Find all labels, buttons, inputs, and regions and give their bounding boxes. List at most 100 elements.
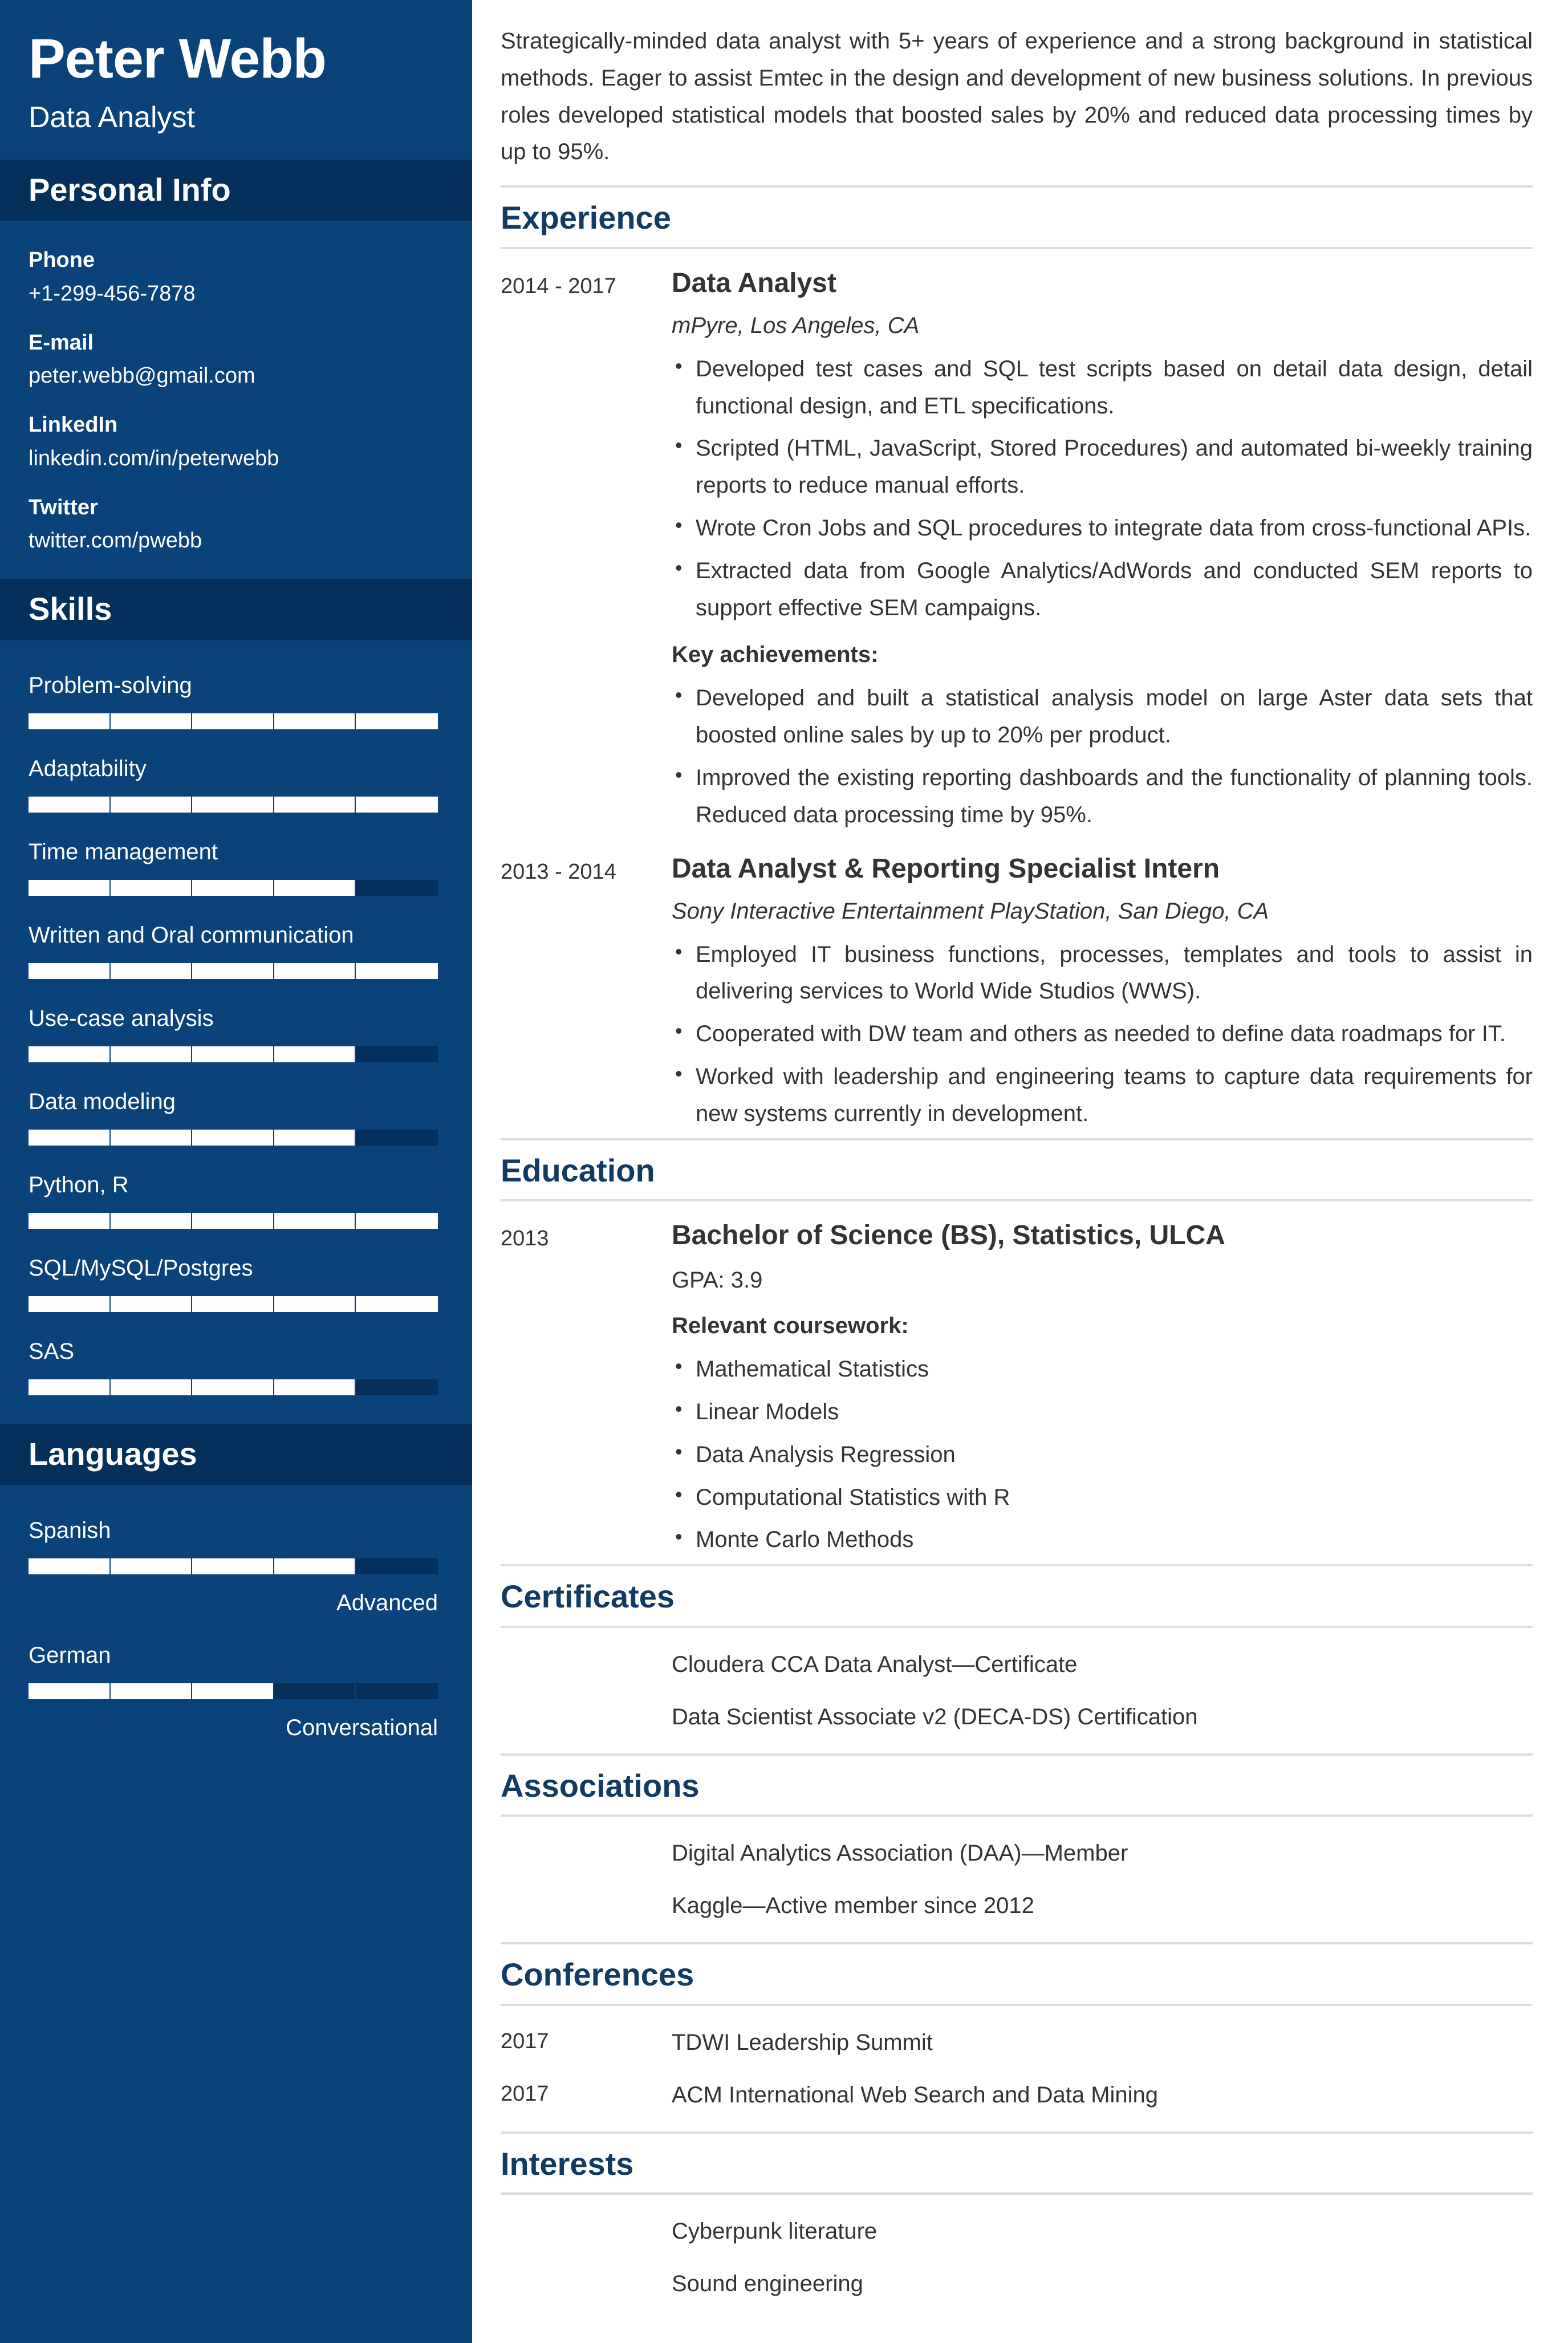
skill-label: Adaptability (29, 756, 147, 781)
row-date (501, 1700, 672, 1734)
meter-segment (274, 963, 356, 979)
entry-date: 2014 - 2017 (501, 274, 616, 298)
entry-subheading: Relevant coursework: (672, 1313, 909, 1339)
row-text: Kaggle—Active member since 2012 (672, 1893, 1034, 1919)
proficiency-meter (29, 1046, 438, 1062)
meter-segment (29, 879, 111, 896)
entry-title: Data Analyst (672, 267, 836, 298)
section-education: Education 2013 Bachelor of Science (BS), … (501, 1138, 1533, 1565)
bullet-item: Cooperated with DW team and others as ne… (672, 1014, 1533, 1053)
certificates-row: Cloudera CCA Data Analyst—Certificate (501, 1638, 1533, 1691)
candidate-role: Data Analyst (29, 100, 195, 134)
skill-item: Data modeling (29, 1086, 444, 1146)
contact-label: LinkedIn (29, 413, 118, 437)
language-proficiency: Advanced (336, 1590, 438, 1615)
meter-segment (274, 796, 356, 813)
skills-header: Skills (0, 579, 472, 640)
entry-title: Data Analyst & Reporting Specialist Inte… (672, 853, 1220, 884)
conferences-rows: 2017 TDWI Leadership Summit 2017 ACM Intern… (501, 2006, 1533, 2131)
entry-title: Bachelor of Science (BS), Statistics, UL… (672, 1220, 1225, 1251)
meter-segment (192, 1129, 274, 1146)
section-interests: Interests Cyberpunk literature Sound engi… (501, 2131, 1533, 2321)
bullet-item: Mathematical Statistics (672, 1350, 1533, 1388)
conferences-row: 2017 TDWI Leadership Summit (501, 2016, 1533, 2069)
skill-item: Use-case analysis (29, 1003, 444, 1062)
proficiency-meter (29, 1379, 438, 1395)
meter-segment (356, 879, 438, 896)
bullet-item: Scripted (HTML, JavaScript, Stored Proce… (672, 429, 1533, 504)
entry-organization: Sony Interactive Entertainment PlayStati… (672, 898, 1269, 924)
section-title-conferences: Conferences (501, 1956, 694, 1993)
meter-segment (29, 1379, 111, 1395)
section-title-certificates: Certificates (501, 1578, 675, 1615)
entry-bullets: Employed IT business functions, processe… (672, 935, 1533, 1132)
proficiency-meter (29, 1296, 438, 1312)
entry-body: Data Analyst mPyre, Los Angeles, CA Develo… (672, 266, 1533, 834)
contact-value[interactable]: twitter.com/pwebb (29, 526, 444, 556)
skill-label: Python, R (29, 1172, 129, 1197)
contact-value[interactable]: linkedin.com/in/peterwebb (29, 444, 444, 474)
bullet-item: Improved the existing reporting dashboar… (672, 758, 1533, 834)
languages-header: Languages (0, 1423, 472, 1485)
meter-segment (356, 796, 438, 813)
meter-segment (29, 1296, 111, 1312)
meter-segment (356, 1379, 438, 1395)
contact-item: Twitter twitter.com/pwebb (29, 493, 444, 556)
meter-segment (274, 1683, 356, 1699)
resume-page: Peter Webb Data Analyst Personal Info Ph… (0, 0, 1568, 2343)
entry-subheading: Key achievements: (672, 642, 879, 668)
row-text: Cyberpunk literature (672, 2219, 878, 2244)
language-item: German Conversational (29, 1640, 444, 1741)
meter-segment (192, 1296, 274, 1312)
skill-item: Python, R (29, 1170, 444, 1229)
meter-segment (356, 1683, 438, 1699)
proficiency-meter (29, 1129, 438, 1146)
entry-achievements: Developed and built a statistical analys… (672, 679, 1533, 834)
personal-info-list: Phone +1-299-456-7878 E-mail peter.webb@gma… (0, 221, 472, 556)
meter-segment (110, 1558, 193, 1574)
row-date: 2017 (501, 2081, 549, 2106)
section-experience: Experience 2014 - 2017 Data Analyst mPyre,… (501, 185, 1533, 1138)
meter-segment (192, 713, 274, 729)
experience-entry: 2014 - 2017 Data Analyst mPyre, Los Angele… (501, 254, 1533, 839)
meter-segment (274, 879, 356, 896)
skill-label: Written and Oral communication (29, 922, 354, 948)
entry-organization: mPyre, Los Angeles, CA (672, 312, 920, 338)
certificates-row: Data Scientist Associate v2 (DECA-DS) Ce… (501, 1691, 1533, 1743)
personal-info-header: Personal Info (0, 159, 472, 221)
contact-label: E-mail (29, 330, 94, 355)
contact-value[interactable]: +1-299-456-7878 (29, 279, 444, 309)
skills-list: Problem-solving Adaptability Time manageme… (0, 640, 472, 1409)
coursework-list: Mathematical Statistics Linear Models Data… (672, 1350, 1533, 1558)
contact-value[interactable]: peter.webb@gmail.com (29, 361, 444, 391)
proficiency-meter (29, 1558, 438, 1574)
bullet-item: Data Analysis Regression (672, 1435, 1533, 1473)
skills-title: Skills (29, 591, 112, 627)
row-date (501, 2267, 672, 2301)
meter-segment (274, 1212, 356, 1229)
bullet-item: Worked with leadership and engineering t… (672, 1057, 1533, 1132)
meter-segment (356, 1558, 438, 1574)
row-date (501, 1889, 672, 1923)
contact-label: Phone (29, 248, 95, 273)
skill-label: Time management (29, 839, 218, 864)
proficiency-meter (29, 1683, 438, 1699)
proficiency-meter (29, 713, 438, 729)
meter-segment (110, 1129, 193, 1146)
meter-segment (29, 1212, 111, 1229)
entry-bullets: Developed test cases and SQL test script… (672, 350, 1533, 627)
education-entries: 2013 Bachelor of Science (BS), Statistics… (501, 1201, 1533, 1564)
row-date: 2017 (501, 2029, 549, 2053)
sidebar: Peter Webb Data Analyst Personal Info Ph… (0, 0, 472, 2343)
proficiency-meter (29, 1212, 438, 1229)
row-text: Digital Analytics Association (DAA)—Memb… (672, 1841, 1128, 1866)
meter-segment (192, 1212, 274, 1229)
entry-body: Data Analyst & Reporting Specialist Inte… (672, 852, 1533, 1132)
meter-segment (110, 1379, 193, 1395)
contact-item: Phone +1-299-456-7878 (29, 246, 444, 308)
bullet-item: Linear Models (672, 1392, 1533, 1431)
section-title-interests: Interests (501, 2145, 634, 2182)
skill-label: Problem-solving (29, 672, 192, 698)
meter-segment (192, 796, 274, 813)
meter-segment (356, 1212, 438, 1229)
